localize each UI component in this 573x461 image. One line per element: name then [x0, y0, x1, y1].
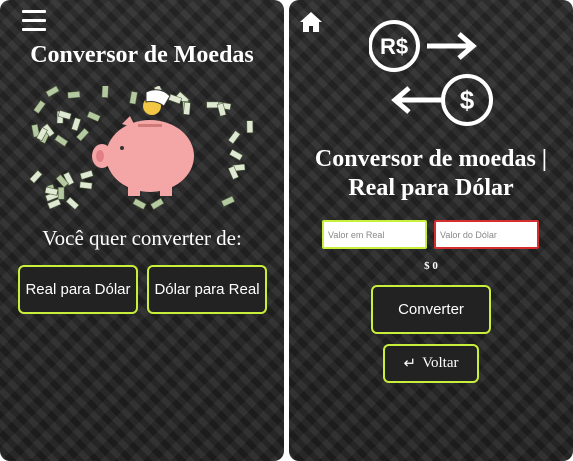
convert-button[interactable]: Converter — [371, 285, 491, 334]
converter-panel: R$ $ Conversor de moedas | Real para Dól… — [289, 0, 573, 461]
page-title: Conversor de moedas | Real para Dólar — [289, 145, 573, 203]
real-value-input[interactable] — [322, 220, 427, 249]
title-line-1: Conversor de moedas | — [314, 146, 548, 172]
page-title: Conversor de Moedas — [30, 42, 254, 68]
dollar-value-input[interactable] — [434, 220, 539, 249]
back-button-label: Voltar — [422, 355, 459, 371]
piggy-bank-image — [29, 86, 254, 210]
return-arrow-icon: ↵ — [403, 356, 417, 372]
real-symbol: R$ — [380, 34, 408, 59]
real-to-dollar-button[interactable]: Real para Dólar — [18, 265, 138, 314]
conversion-question: Você quer converter de: — [42, 226, 242, 250]
currency-exchange-icon: R$ $ — [369, 20, 493, 126]
back-button[interactable]: ↵ Voltar — [383, 344, 479, 383]
home-icon[interactable] — [299, 10, 323, 34]
menu-panel: Conversor de Moedas Você quer converter … — [0, 0, 284, 461]
title-line-2: Real para Dólar — [348, 175, 514, 201]
hamburger-menu-icon[interactable] — [22, 10, 46, 32]
dollar-to-real-button[interactable]: Dólar para Real — [147, 265, 267, 314]
dollar-symbol: $ — [460, 85, 475, 115]
conversion-result: $ 0 — [424, 260, 438, 272]
